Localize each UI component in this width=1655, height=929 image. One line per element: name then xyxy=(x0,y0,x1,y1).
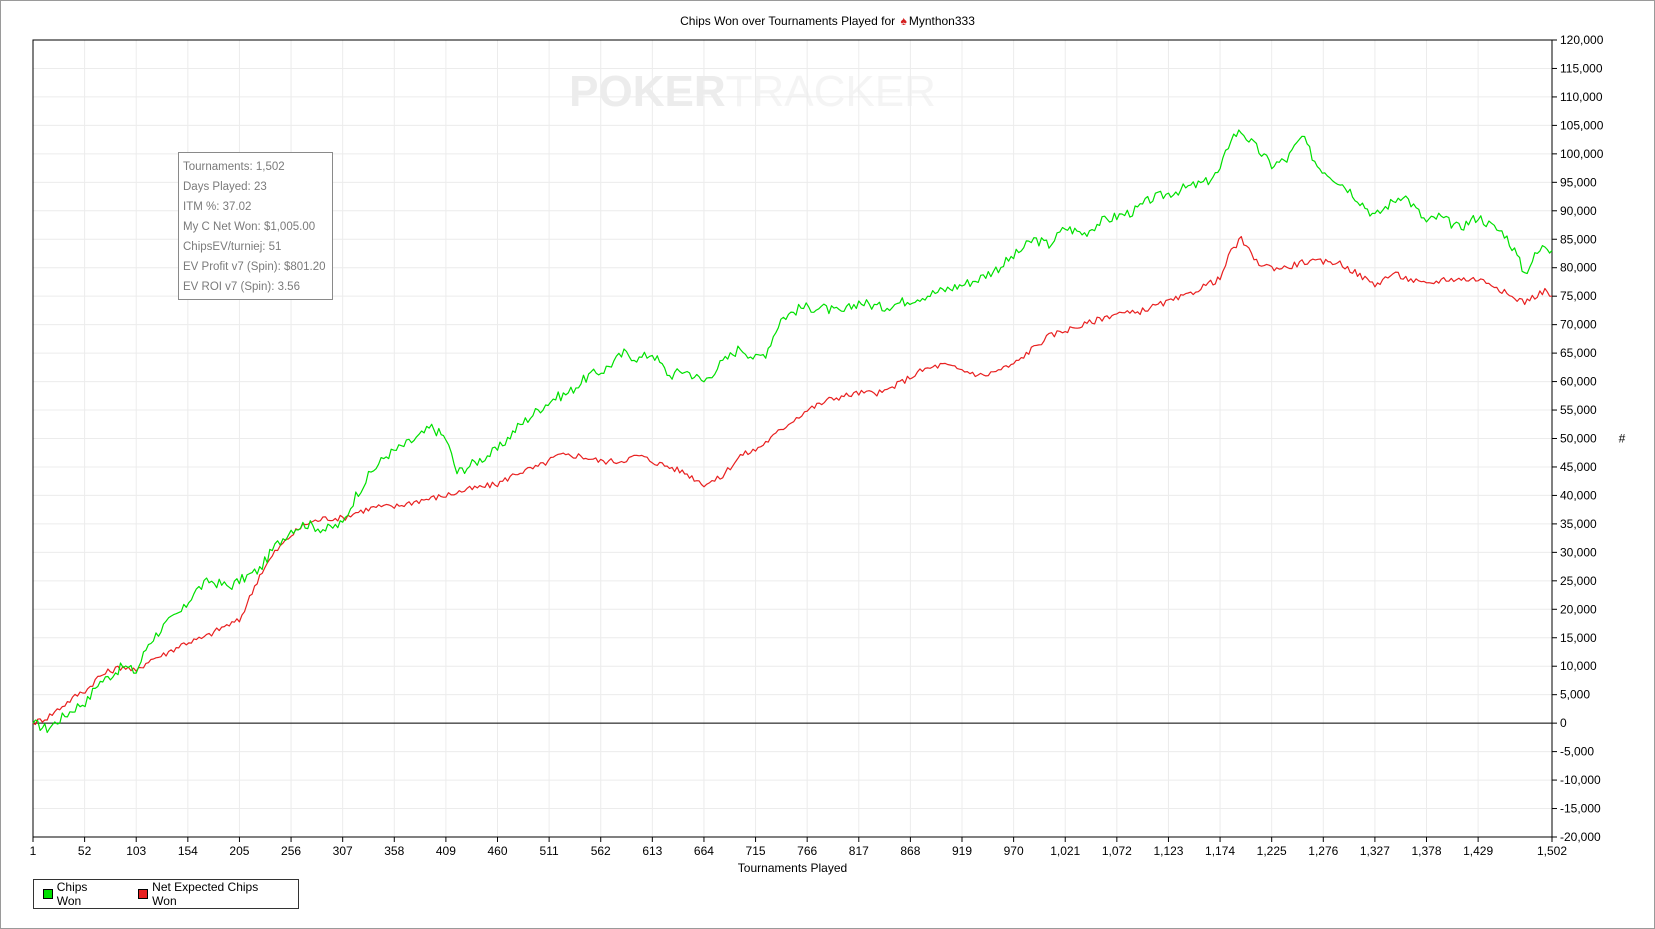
x-tick-label: 1,174 xyxy=(1205,844,1235,858)
y-tick-label: 55,000 xyxy=(1560,403,1597,417)
y-tick-label: 95,000 xyxy=(1560,175,1597,189)
y-tick-label: 5,000 xyxy=(1560,688,1590,702)
y-tick-label: 50,000 xyxy=(1560,432,1597,446)
y-tick-label: 25,000 xyxy=(1560,574,1597,588)
y-tick-label: 120,000 xyxy=(1560,33,1604,47)
y-tick-label: 100,000 xyxy=(1560,147,1604,161)
stat-line: EV ROI v7 (Spin): 3.56 xyxy=(183,281,300,293)
x-tick-label: 868 xyxy=(900,844,920,858)
legend-label-net-expected: Net Expected Chips Won xyxy=(152,880,259,908)
x-tick-label: 664 xyxy=(694,844,714,858)
stat-line: Days Played: 23 xyxy=(183,181,267,193)
x-tick-label: 766 xyxy=(797,844,817,858)
x-tick-label: 1,021 xyxy=(1050,844,1080,858)
legend-item-net-expected[interactable]: Net Expected Chips Won xyxy=(138,880,282,908)
y-axis-label: # xyxy=(1619,432,1626,446)
x-tick-label: 1,276 xyxy=(1308,844,1338,858)
y-tick-label: 90,000 xyxy=(1560,204,1597,218)
stat-line: Tournaments: 1,502 xyxy=(183,161,285,173)
x-tick-label: 154 xyxy=(178,844,198,858)
x-tick-label: 1,327 xyxy=(1360,844,1390,858)
x-tick-label: 1,225 xyxy=(1257,844,1287,858)
y-tick-label: 15,000 xyxy=(1560,631,1597,645)
legend-label-chips-won: Chips Won xyxy=(56,880,88,908)
x-tick-label: 460 xyxy=(487,844,507,858)
x-tick-label: 52 xyxy=(78,844,92,858)
x-tick-label: 1,502 xyxy=(1537,844,1567,858)
x-tick-label: 205 xyxy=(229,844,249,858)
x-tick-label: 307 xyxy=(333,844,353,858)
line-chart: POKERTRACKER -20,000 -15,000 -10,000 -5,000 0… xyxy=(30,33,1626,875)
x-tick-label: 409 xyxy=(436,844,456,858)
y-tick-label: 80,000 xyxy=(1560,261,1597,275)
x-tick-label: 1,123 xyxy=(1153,844,1183,858)
y-tick-label: 85,000 xyxy=(1560,232,1597,246)
y-tick-label: 10,000 xyxy=(1560,659,1597,673)
stat-line: My C Net Won: $1,005.00 xyxy=(183,221,316,233)
y-tick-label: 75,000 xyxy=(1560,289,1597,303)
x-tick-label: 562 xyxy=(591,844,611,858)
y-tick-label: 40,000 xyxy=(1560,488,1597,502)
chart-legend: Chips Won Net Expected Chips Won xyxy=(33,879,299,909)
x-tick-label: 613 xyxy=(642,844,662,858)
x-tick-label: 1 xyxy=(30,844,37,858)
y-tick-label: 20,000 xyxy=(1560,602,1597,616)
x-tick-label: 1,378 xyxy=(1411,844,1441,858)
x-tick-label: 715 xyxy=(746,844,766,858)
x-tick-label: 256 xyxy=(281,844,301,858)
y-tick-label: 30,000 xyxy=(1560,545,1597,559)
x-tick-label: 919 xyxy=(952,844,972,858)
x-tick-label: 358 xyxy=(384,844,404,858)
x-tick-label: 511 xyxy=(540,844,559,858)
y-tick-label: -15,000 xyxy=(1560,802,1601,816)
stats-tooltip: Tournaments: 1,502 Days Played: 23 ITM %: … xyxy=(178,152,333,300)
y-tick-label: -5,000 xyxy=(1560,745,1594,759)
y-tick-label: 70,000 xyxy=(1560,318,1597,332)
series-line-net-expected xyxy=(32,235,1553,726)
watermark-logo: POKERTRACKER xyxy=(569,67,936,116)
y-tick-label: 35,000 xyxy=(1560,517,1597,531)
stat-line: EV Profit v7 (Spin): $801.20 xyxy=(183,261,326,273)
x-tick-label: 1,429 xyxy=(1463,844,1493,858)
y-tick-label: -10,000 xyxy=(1560,773,1601,787)
y-tick-label: 0 xyxy=(1560,716,1567,730)
y-tick-label: 60,000 xyxy=(1560,375,1597,389)
legend-swatch-net-expected xyxy=(138,889,149,899)
legend-item-chips-won[interactable]: Chips Won xyxy=(43,880,113,908)
stat-line: ITM %: 37.02 xyxy=(183,201,252,213)
y-tick-label: 110,000 xyxy=(1560,90,1603,104)
x-tick-label: 970 xyxy=(1004,844,1024,858)
stat-line: ChipsEV/turniej: 51 xyxy=(183,241,282,253)
y-tick-label: 45,000 xyxy=(1560,460,1597,474)
y-tick-label: 65,000 xyxy=(1560,346,1597,360)
x-tick-label: 1,072 xyxy=(1102,844,1132,858)
y-tick-label: 115,000 xyxy=(1560,61,1603,75)
y-tick-label: 105,000 xyxy=(1560,118,1604,132)
x-tick-label: 103 xyxy=(126,844,146,858)
legend-swatch-chips-won xyxy=(43,889,53,899)
y-tick-label: -20,000 xyxy=(1560,830,1601,844)
x-axis-label: Tournaments Played xyxy=(738,861,847,875)
x-tick-label: 817 xyxy=(849,844,869,858)
